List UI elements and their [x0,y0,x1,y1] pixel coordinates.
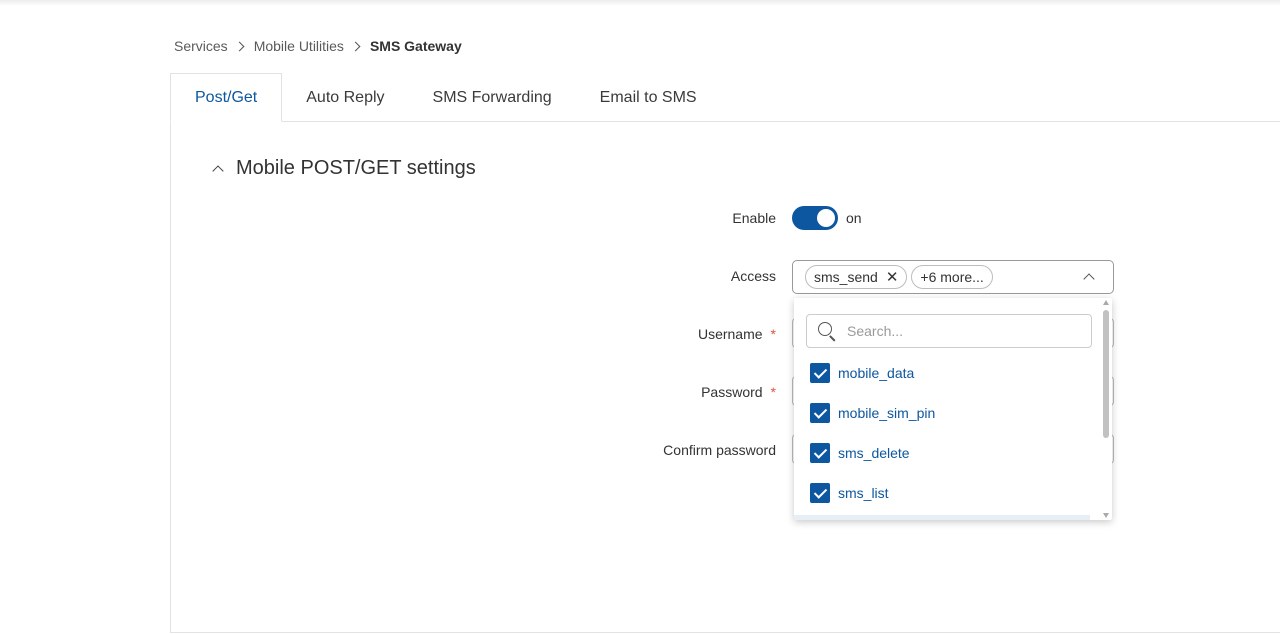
chevron-up-icon[interactable] [1083,273,1095,285]
username-label-text: Username [697,326,763,342]
access-label-text: Access [730,268,776,284]
option-label: sms_list [838,485,889,501]
breadcrumb-item-services[interactable]: Services [174,38,228,54]
checkbox-checked[interactable] [810,483,830,503]
confirm-password-label-text: Confirm password [663,442,776,458]
breadcrumb-item-mobile-utilities[interactable]: Mobile Utilities [254,38,344,54]
option-mobile-sim-pin[interactable]: mobile_sim_pin [810,403,935,423]
more-chip-label: +6 more... [920,269,984,285]
enable-state-text: on [846,210,862,226]
tab-email-to-sms[interactable]: Email to SMS [576,73,721,122]
required-mark: * [770,326,776,342]
scroll-up-arrow-icon[interactable] [1103,300,1109,305]
access-dropdown: mobile_data mobile_sim_pin sms_delete sm… [794,298,1112,520]
chip-label: sms_send [814,269,878,285]
close-icon[interactable]: ✕ [886,268,899,286]
confirm-password-label: Confirm password [663,442,776,458]
search-icon [817,321,837,342]
password-label-text: Password [701,384,763,400]
option-mobile-data[interactable]: mobile_data [810,363,914,383]
checkbox-checked[interactable] [810,363,830,383]
chevron-right-icon [234,41,245,51]
breadcrumb-current: SMS Gateway [369,38,462,54]
dropdown-scrollbar[interactable] [1100,298,1112,520]
option-label: mobile_data [838,365,915,381]
scroll-down-arrow-icon[interactable] [1103,513,1109,518]
header-shadow [0,0,1280,6]
enable-label: Enable [732,210,776,226]
enable-toggle[interactable] [792,206,838,230]
content-panel [170,121,1280,633]
option-sms-list[interactable]: sms_list [810,483,889,503]
tab-sms-forwarding[interactable]: SMS Forwarding [409,73,576,122]
required-mark: * [770,384,776,400]
password-label: Password * [701,384,776,400]
enable-label-text: Enable [732,210,776,226]
tab-auto-reply[interactable]: Auto Reply [282,73,408,122]
option-label: sms_delete [838,445,910,461]
option-sms-delete[interactable]: sms_delete [810,443,910,463]
section-title: Mobile POST/GET settings [236,156,476,179]
dropdown-search [806,314,1092,348]
access-more-chip[interactable]: +6 more... [911,265,993,289]
option-label: mobile_sim_pin [838,405,936,421]
scrollbar-thumb[interactable] [1103,310,1109,438]
chevron-right-icon [350,41,361,51]
access-label: Access [731,268,776,284]
chevron-up-icon[interactable] [212,164,224,177]
tab-bar: Post/Get Auto Reply SMS Forwarding Email… [170,73,721,122]
access-chip-sms-send: sms_send ✕ [805,265,908,289]
section-header[interactable]: Mobile POST/GET settings [211,155,476,181]
tab-post-get[interactable]: Post/Get [170,73,283,122]
breadcrumb: Services Mobile Utilities SMS Gateway [174,37,462,55]
toggle-knob [817,209,835,227]
username-label: Username * [698,326,776,342]
access-select[interactable]: sms_send ✕ +6 more... [792,260,1114,294]
checkbox-checked[interactable] [810,443,830,463]
search-input[interactable] [847,323,1067,339]
checkbox-checked[interactable] [810,403,830,423]
option-next-highlight [794,515,1090,520]
